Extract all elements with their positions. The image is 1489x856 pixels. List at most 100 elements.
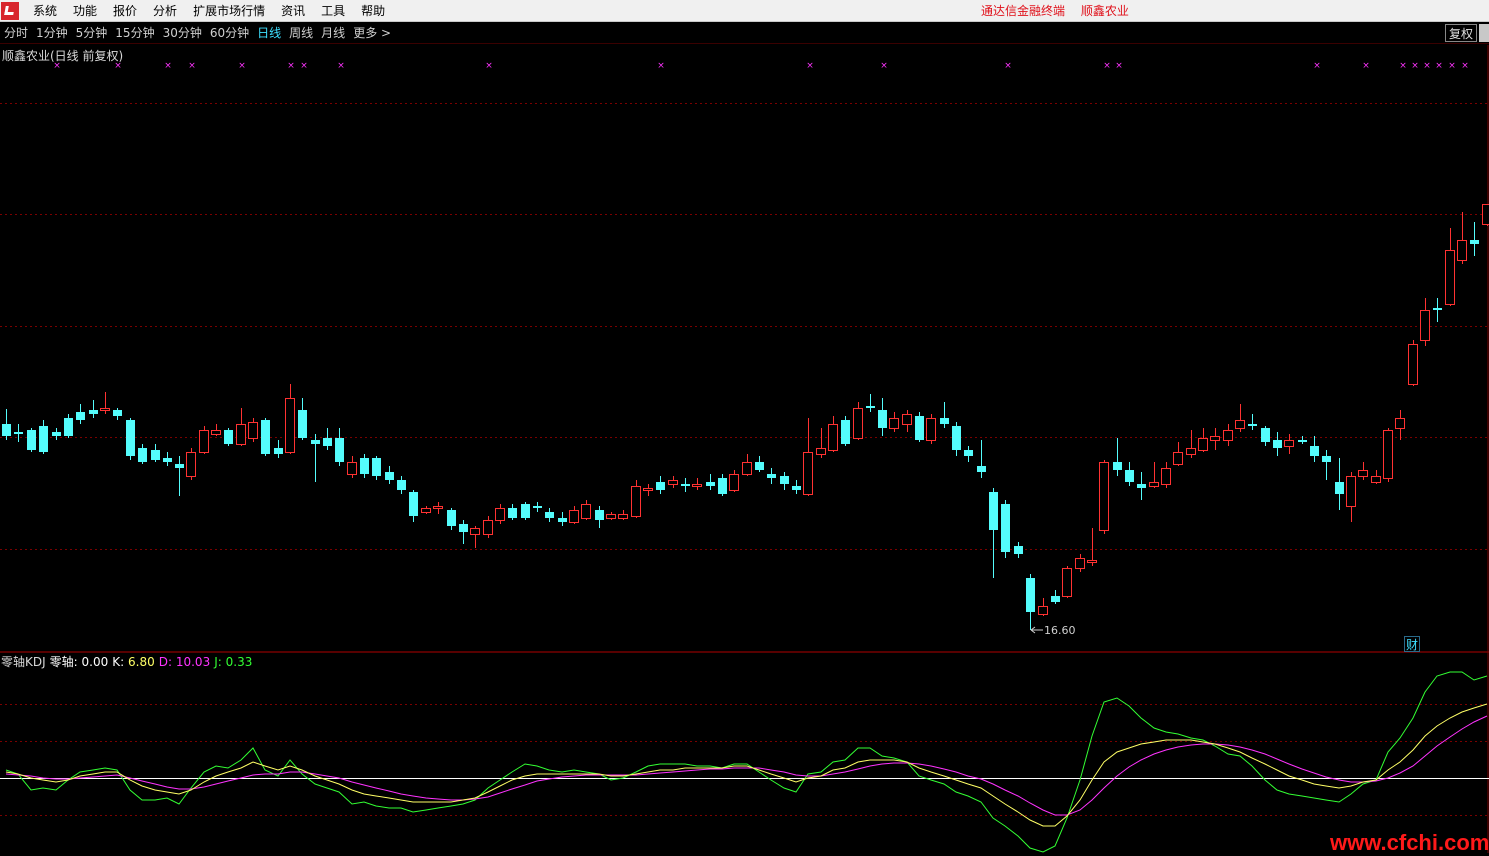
candle-body-down — [385, 472, 394, 480]
candle-body-up — [829, 425, 838, 451]
candle-body-down — [335, 438, 344, 462]
candle-body-down — [1137, 484, 1146, 488]
candle-body-up — [607, 515, 616, 519]
candle-body-up — [1088, 561, 1097, 563]
candle-body-up — [1446, 251, 1455, 305]
candle-body-up — [1063, 569, 1072, 597]
candle-body-down — [780, 476, 789, 484]
candle-body-down — [14, 432, 23, 434]
candle-body-down — [1051, 596, 1060, 602]
event-marker-icon: × — [1411, 61, 1419, 71]
event-marker-icon: × — [1115, 61, 1123, 71]
candle-body-down — [656, 482, 665, 490]
event-marker-icon: × — [300, 61, 308, 71]
candle-body-up — [1396, 419, 1405, 429]
candle-body-up — [101, 409, 110, 411]
candle-body-up — [1174, 453, 1183, 465]
event-marker-icon: × — [1103, 61, 1111, 71]
event-marker-icon: × — [1313, 61, 1321, 71]
candle-body-up — [1162, 469, 1171, 485]
candle-body-up — [212, 431, 221, 435]
candle-body-down — [1248, 424, 1257, 426]
candle-body-down — [755, 462, 764, 470]
d-value: 10.03 — [176, 655, 210, 669]
zero-value: 0.00 — [82, 655, 109, 669]
financial-report-badge[interactable]: 财 — [1404, 636, 1420, 652]
candle-body-up — [619, 515, 628, 519]
candle-body-down — [533, 506, 542, 508]
event-marker-icon: × — [657, 61, 665, 71]
candle-body-down — [1310, 446, 1319, 456]
low-price-label: 16.60 — [1044, 624, 1076, 637]
candle-body-up — [286, 399, 295, 453]
candle-body-up — [1199, 439, 1208, 451]
candle-body-down — [163, 458, 172, 462]
candle-body-down — [521, 504, 530, 518]
candle-body-down — [989, 492, 998, 530]
k-value: 6.80 — [128, 655, 155, 669]
event-marker-icon: × — [880, 61, 888, 71]
event-marker-icon: × — [1435, 61, 1443, 71]
candle-body-up — [927, 419, 936, 441]
candle-body-down — [261, 420, 270, 454]
candle-body-down — [545, 512, 554, 518]
kdj-k-line — [6, 704, 1487, 826]
candle-body-down — [1470, 240, 1479, 244]
candle-body-down — [595, 510, 604, 520]
candle-body-up — [187, 453, 196, 477]
candle-body-down — [274, 448, 283, 454]
candle-body-up — [730, 475, 739, 491]
candle-body-down — [224, 430, 233, 444]
candle-body-down — [681, 484, 690, 486]
candle-body-down — [558, 518, 567, 522]
candle-body-up — [1076, 559, 1085, 569]
event-marker-icon: × — [1461, 61, 1469, 71]
candle-body-up — [1409, 345, 1418, 385]
candle-body-down — [1113, 462, 1122, 470]
candle-body-down — [76, 412, 85, 420]
candle-body-down — [841, 420, 850, 444]
candle-body-down — [311, 440, 320, 444]
candle-body-down — [952, 426, 961, 450]
event-marker-icon: × — [1362, 61, 1370, 71]
candle-body-up — [1372, 477, 1381, 483]
candle-body-down — [113, 410, 122, 416]
candle-body-up — [484, 521, 493, 535]
candle-body-down — [1026, 578, 1035, 612]
candle-body-up — [804, 453, 813, 495]
candle-body-down — [27, 430, 36, 450]
candle-body-down — [1001, 504, 1010, 552]
event-marker-icon: × — [1448, 61, 1456, 71]
candle-body-up — [1359, 471, 1368, 477]
chart-title: 顺鑫农业(日线 前复权) — [2, 47, 123, 64]
event-marker-icon: × — [1399, 61, 1407, 71]
candle-body-up — [434, 507, 443, 509]
indicator-name[interactable]: 零轴KDJ — [1, 655, 46, 669]
candle-body-down — [878, 410, 887, 428]
candle-body-down — [151, 450, 160, 460]
candle-body-down — [360, 458, 369, 474]
candle-body-up — [1458, 241, 1467, 261]
candle-body-down — [1433, 308, 1442, 310]
candle-body-up — [1347, 477, 1356, 507]
j-label: J: — [214, 655, 222, 669]
candle-body-up — [200, 431, 209, 453]
candle-body-up — [903, 415, 912, 425]
event-marker-icon: × — [806, 61, 814, 71]
event-marker-icon: × — [1004, 61, 1012, 71]
candle-body-down — [964, 450, 973, 456]
candle-body-down — [866, 406, 875, 408]
candle-body-up — [1150, 483, 1159, 487]
candle-body-down — [138, 448, 147, 462]
kline-chart-canvas[interactable]: ×××××××××××××××××××××××16.60 — [0, 0, 1489, 853]
candle-body-down — [915, 416, 924, 440]
event-marker-icon: × — [485, 61, 493, 71]
indicator-legend: 零轴KDJ零轴: 0.00K: 6.80D: 10.03J: 0.33 — [1, 653, 256, 670]
candle-body-up — [1236, 421, 1245, 429]
candle-body-up — [817, 449, 826, 455]
candle-body-down — [175, 464, 184, 468]
candle-body-up — [1100, 463, 1109, 531]
candle-body-up — [1285, 441, 1294, 447]
candle-body-down — [397, 480, 406, 490]
candle-body-up — [237, 425, 246, 445]
